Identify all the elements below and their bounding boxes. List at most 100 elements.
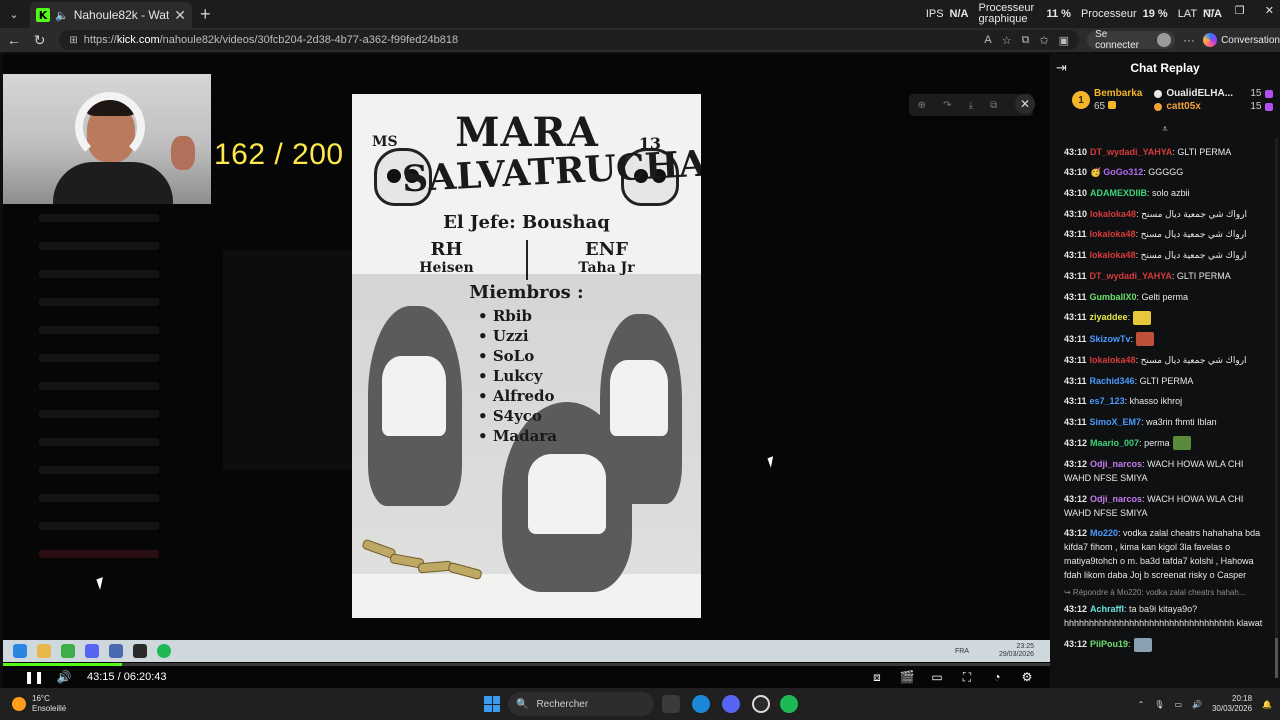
minimize-icon[interactable]: — <box>1204 4 1215 17</box>
volume-icon[interactable]: 🔊 <box>1192 700 1202 709</box>
chat-message: 43:11 SkizowTv: <box>1064 332 1268 347</box>
system-tray: ⌃ 🎙 ▭ 🔊 20:18 30/03/2026 🔔 <box>1138 688 1272 720</box>
expand-leaderboard-icon[interactable]: ⩡ <box>1050 125 1280 136</box>
chat-message: 43:11 lokaloka48: ارواك شي جمعية ديال مسن… <box>1064 353 1268 367</box>
profile-avatar-icon <box>1157 33 1172 47</box>
download-icon[interactable]: ⤓ <box>969 100 973 111</box>
message-username[interactable]: PiiPou19 <box>1090 639 1128 649</box>
more-menu-icon[interactable]: ··· <box>1183 33 1195 47</box>
gang-poster-image: MS 13 MARA SALVATRUCHA El Jefe: Boushaq … <box>352 94 701 618</box>
clip-icon[interactable]: 🎬 <box>896 668 918 686</box>
network-icon[interactable]: ▭ <box>1174 700 1182 709</box>
message-username[interactable]: Odji_narcos <box>1090 459 1142 469</box>
message-timestamp: 43:10 <box>1064 208 1088 219</box>
volume-icon[interactable]: 🔊 <box>53 668 75 686</box>
message-username[interactable]: GumballX0 <box>1090 292 1137 302</box>
emote-icon <box>1172 436 1191 451</box>
poster-members-title: Miembros : <box>469 282 584 303</box>
message-username[interactable]: Odji_narcos <box>1090 494 1142 504</box>
message-username[interactable]: Rachid346 <box>1090 376 1135 386</box>
file-explorer-icon[interactable] <box>662 695 680 713</box>
message-username[interactable]: lokaloka48 <box>1090 250 1136 260</box>
refresh-icon[interactable]: ↻ <box>28 28 52 52</box>
read-aloud-icon[interactable]: A <box>984 34 991 47</box>
background-ghost-panel <box>223 250 373 470</box>
favorites-icon[interactable]: ✩ <box>1039 34 1048 47</box>
spotify-icon[interactable] <box>780 695 798 713</box>
message-text: : perma <box>1139 437 1170 448</box>
gift-leaderboard: 1 Bembarka 65 OualidELHA... 15 catt05x 1… <box>1050 82 1280 126</box>
message-username[interactable]: lokaloka48 <box>1090 229 1136 239</box>
speed-icon[interactable]: ◔ <box>986 668 1008 686</box>
edge-icon[interactable] <box>692 695 710 713</box>
message-timestamp: 43:11 <box>1064 354 1087 365</box>
chat-message: 43:10 ADAMEXDIIB: solo azbii <box>1064 186 1268 200</box>
copilot-button[interactable]: Conversation <box>1203 33 1280 47</box>
message-timestamp: 43:11 <box>1064 229 1087 240</box>
theater-mode-icon[interactable]: ▭ <box>926 668 948 686</box>
sun-icon <box>12 697 26 711</box>
favorite-star-icon[interactable]: ☆ <box>1002 34 1012 47</box>
speaker-icon[interactable]: 🔈 <box>55 9 69 22</box>
message-text: : GGGGG <box>1143 167 1184 178</box>
tab-close-icon[interactable]: ✕ <box>174 7 186 24</box>
start-windows-icon[interactable] <box>484 696 500 712</box>
message-username[interactable]: DT_wydadi_YAHYA <box>1090 271 1172 281</box>
message-text: : GLTI PERMA <box>1134 375 1194 386</box>
back-arrow-icon[interactable]: ← <box>2 28 26 52</box>
site-info-icon[interactable]: ⊞ <box>69 35 77 46</box>
new-tab-button[interactable]: + <box>200 4 211 25</box>
message-username[interactable]: SkizowTv <box>1090 334 1131 344</box>
microphone-icon[interactable]: 🎙 <box>1154 700 1164 709</box>
message-username[interactable]: Mo220 <box>1090 528 1118 538</box>
extensions-icon[interactable]: ⧉ <box>1022 34 1030 47</box>
message-username[interactable]: DT_wydadi_YAHYA <box>1090 147 1172 157</box>
chat-message: 43:11 SimoX_EM7: wa3rin fhmti Iblan <box>1064 415 1268 429</box>
message-username[interactable]: lokaloka48 <box>1090 355 1136 365</box>
pip-icon[interactable]: ⧈ <box>866 668 888 686</box>
folder-icon <box>37 644 51 658</box>
chat-message: 43:11 es7_123: khasso ikhroj <box>1064 394 1268 408</box>
weather-widget[interactable]: 16°C Ensoleillé <box>0 694 66 714</box>
chat-message: 43:10 DT_wydadi_YAHYA: GLTI PERMA <box>1064 145 1268 159</box>
collapse-chat-icon[interactable]: ⇥ <box>1056 60 1076 76</box>
poster-member: SoLo <box>478 346 557 366</box>
message-username[interactable]: Achraffl <box>1090 604 1124 614</box>
settings-gear-icon[interactable]: ⚙ <box>1016 668 1038 686</box>
message-username[interactable]: GoGo312 <box>1103 167 1143 177</box>
browser-tab[interactable]: K 🔈 Nahoule82k - Watch the VOD ✕ <box>30 2 192 28</box>
open-icon[interactable]: ⧉ <box>990 100 997 111</box>
obs-icon[interactable] <box>752 695 770 713</box>
message-username[interactable]: SimoX_EM7 <box>1090 417 1142 427</box>
message-username[interactable]: es7_123 <box>1090 396 1125 406</box>
poster-member: Alfredo <box>478 386 557 406</box>
message-username[interactable]: Maario_007 <box>1090 438 1139 448</box>
zoom-icon[interactable]: ⊕ <box>918 100 926 111</box>
leaderboard-entry[interactable]: catt05x 15 <box>1154 101 1274 112</box>
message-username[interactable]: ADAMEXDIIB <box>1090 188 1147 198</box>
poster-members-list: Rbib Uzzi SoLo Lukcy Alfredo S4yco Madar… <box>478 306 557 446</box>
discord-icon[interactable] <box>722 695 740 713</box>
tab-actions-chevron-icon[interactable]: ⌄ <box>2 2 26 26</box>
fullscreen-icon[interactable]: ⛶ <box>956 668 978 686</box>
notifications-icon[interactable]: 🔔 <box>1262 700 1272 709</box>
signin-button[interactable]: Se connecter <box>1087 29 1176 51</box>
chat-scrollbar[interactable] <box>1275 138 1278 678</box>
taskbar-search-input[interactable]: 🔍 Rechercher <box>508 692 654 716</box>
restore-icon[interactable]: ❐ <box>1235 4 1245 17</box>
message-username[interactable]: lokaloka48 <box>1090 209 1136 219</box>
show-hidden-icons-chevron-icon[interactable]: ⌃ <box>1138 700 1145 709</box>
rotate-icon[interactable]: ↷ <box>943 100 951 111</box>
message-text: : wa3rin fhmti Iblan <box>1141 416 1217 427</box>
poster-boss: El Jefe: Boushaq <box>443 212 610 233</box>
message-username[interactable]: ziyaddee <box>1090 312 1128 322</box>
close-window-icon[interactable]: ✕ <box>1265 4 1274 17</box>
leaderboard-entry[interactable]: OualidELHA... 15 <box>1154 88 1274 99</box>
url-field[interactable]: ⊞ https://kick.com/nahoule82k/videos/30f… <box>59 30 1080 50</box>
collections-icon[interactable]: ▣ <box>1059 34 1069 47</box>
clock[interactable]: 20:18 30/03/2026 <box>1212 694 1252 714</box>
video-player[interactable]: 162 / 200 SUBS ⊕ ↷ ⤓ ⧉ ··· ✕ MS 13 MARA … <box>3 54 1050 688</box>
viewer-close-icon[interactable]: ✕ <box>1015 94 1035 114</box>
pause-icon[interactable]: ❚❚ <box>23 668 45 686</box>
leaderboard-first[interactable]: 1 Bembarka 65 <box>1072 88 1142 112</box>
